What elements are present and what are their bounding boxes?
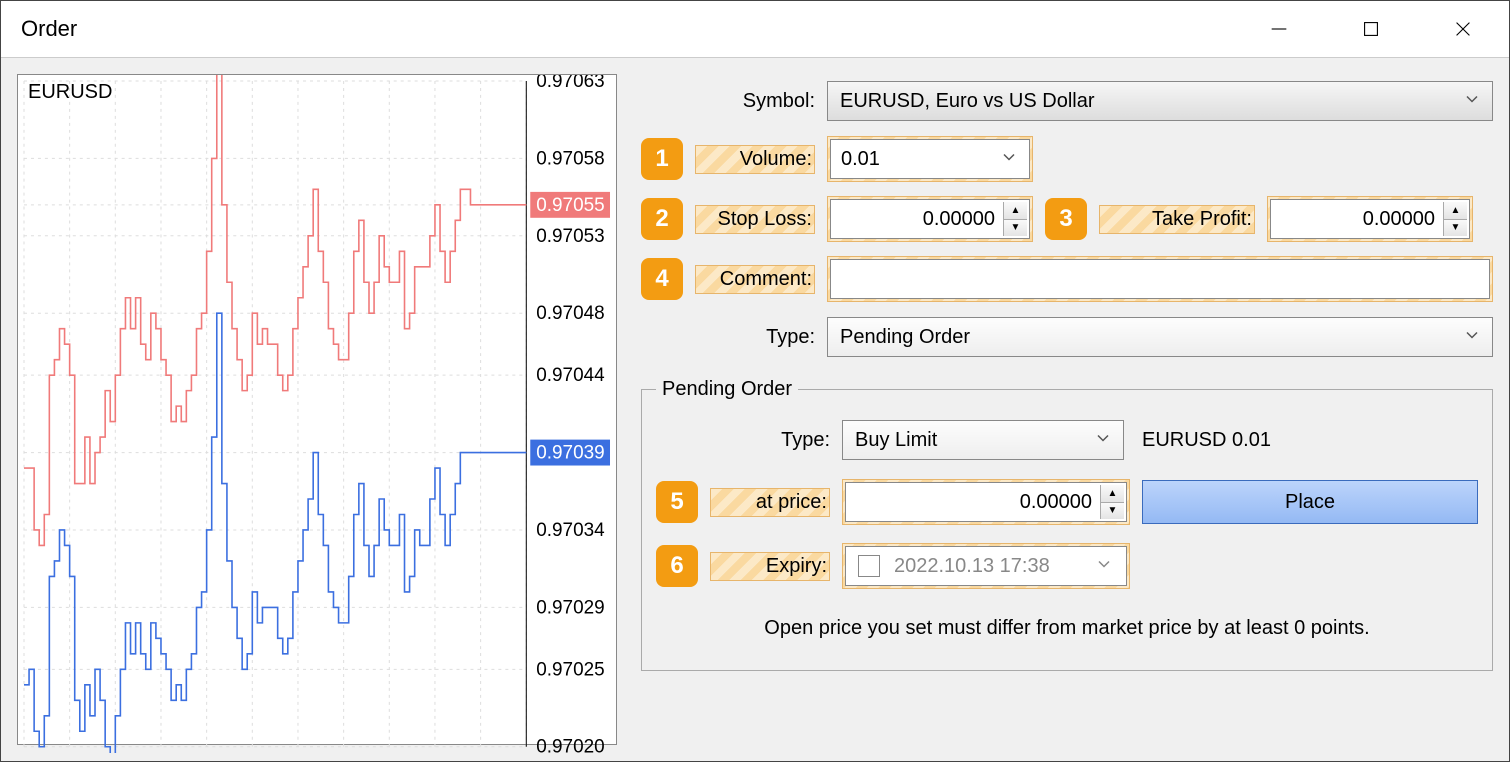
symbol-label: Symbol: xyxy=(695,90,815,113)
pending-type-select[interactable]: Buy Limit xyxy=(842,420,1124,460)
chevron-down-icon xyxy=(1464,326,1480,349)
callout-3: 3 xyxy=(1045,198,1087,240)
minimize-button[interactable] xyxy=(1233,1,1325,57)
pending-type-value: Buy Limit xyxy=(855,429,937,452)
pending-legend: Pending Order xyxy=(656,378,798,401)
pending-type-label: Type: xyxy=(710,429,830,452)
close-icon xyxy=(1452,18,1474,40)
pending-note: Open price you set must differ from mark… xyxy=(656,617,1478,640)
window-title: Order xyxy=(21,16,1233,42)
svg-text:0.97044: 0.97044 xyxy=(536,365,604,386)
maximize-button[interactable] xyxy=(1325,1,1417,57)
svg-text:0.97048: 0.97048 xyxy=(536,303,604,324)
step-down-icon[interactable]: ▼ xyxy=(1101,503,1124,520)
symbol-select[interactable]: EURUSD, Euro vs US Dollar xyxy=(827,81,1493,121)
volume-select[interactable]: 0.01 xyxy=(830,139,1030,179)
pending-summary: EURUSD 0.01 xyxy=(1142,429,1271,452)
takeprofit-label: Take Profit: xyxy=(1099,205,1255,234)
chevron-down-icon xyxy=(1095,429,1111,452)
minimize-icon xyxy=(1268,18,1290,40)
stoploss-value[interactable] xyxy=(831,200,1029,238)
step-up-icon[interactable]: ▲ xyxy=(1101,485,1124,503)
svg-text:0.97055: 0.97055 xyxy=(536,195,604,216)
place-button-label: Place xyxy=(1285,491,1335,514)
order-type-value: Pending Order xyxy=(840,326,970,349)
svg-text:0.97063: 0.97063 xyxy=(536,75,604,92)
comment-input[interactable] xyxy=(830,259,1490,299)
volume-label: Volume: xyxy=(695,145,815,174)
stoploss-label: Stop Loss: xyxy=(695,205,815,234)
pending-order-group: Pending Order Type: Buy Limit EURUSD 0.0… xyxy=(641,378,1493,671)
svg-text:0.97034: 0.97034 xyxy=(536,520,604,541)
order-type-select[interactable]: Pending Order xyxy=(827,317,1493,357)
svg-text:0.97058: 0.97058 xyxy=(536,148,604,169)
comment-label: Comment: xyxy=(695,265,815,294)
step-up-icon[interactable]: ▲ xyxy=(1004,202,1027,220)
svg-text:0.97029: 0.97029 xyxy=(536,597,604,618)
stoploss-input[interactable]: ▲▼ xyxy=(830,199,1030,239)
callout-5: 5 xyxy=(656,481,698,523)
atprice-value[interactable] xyxy=(846,483,1126,521)
chart-canvas: 0.97063 0.97058 0.97053 0.97048 0.97044 0.970… xyxy=(18,75,616,753)
expiry-value: 2022.10.13 17:38 xyxy=(894,555,1050,578)
callout-6: 6 xyxy=(656,545,698,587)
chart-panel: 0.97063 0.97058 0.97053 0.97048 0.97044 0.970… xyxy=(17,74,617,745)
order-form: Symbol: EURUSD, Euro vs US Dollar 1 Volu… xyxy=(641,74,1493,745)
callout-4: 4 xyxy=(641,258,683,300)
title-bar: Order xyxy=(1,1,1509,58)
expiry-label: Expiry: xyxy=(710,552,830,581)
chevron-down-icon xyxy=(1001,148,1017,171)
svg-text:0.97039: 0.97039 xyxy=(536,443,604,464)
expiry-input[interactable]: 2022.10.13 17:38 xyxy=(845,546,1127,586)
atprice-label: at price: xyxy=(710,488,830,517)
callout-2: 2 xyxy=(641,198,683,240)
maximize-icon xyxy=(1360,18,1382,40)
svg-text:0.97025: 0.97025 xyxy=(536,659,604,680)
takeprofit-input[interactable]: ▲▼ xyxy=(1270,199,1470,239)
chart-symbol-label: EURUSD xyxy=(28,81,112,104)
svg-text:0.97020: 0.97020 xyxy=(536,737,604,753)
symbol-value: EURUSD, Euro vs US Dollar xyxy=(840,90,1095,113)
callout-1: 1 xyxy=(641,138,683,180)
svg-text:0.97053: 0.97053 xyxy=(536,226,604,247)
type-label: Type: xyxy=(695,326,815,349)
window-frame: Order 0.97063 0.97058 0.97053 0.97048 0.9704… xyxy=(0,0,1510,762)
step-up-icon[interactable]: ▲ xyxy=(1444,202,1467,220)
step-down-icon[interactable]: ▼ xyxy=(1444,220,1467,237)
chevron-down-icon xyxy=(1096,555,1112,578)
chevron-down-icon xyxy=(1464,90,1480,113)
takeprofit-value[interactable] xyxy=(1271,200,1469,238)
close-button[interactable] xyxy=(1417,1,1509,57)
step-down-icon[interactable]: ▼ xyxy=(1004,220,1027,237)
expiry-checkbox[interactable] xyxy=(858,555,880,577)
volume-value: 0.01 xyxy=(841,148,880,171)
place-button[interactable]: Place xyxy=(1142,480,1478,524)
atprice-input[interactable]: ▲▼ xyxy=(845,482,1127,522)
